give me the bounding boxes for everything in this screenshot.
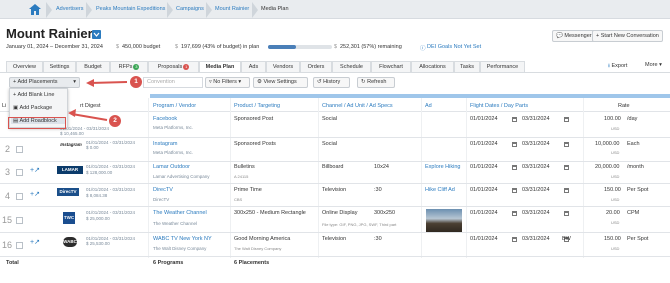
arrow-line-1 [89, 81, 128, 84]
callout-2: 2 [109, 115, 121, 127]
annotation-arrows [68, 79, 128, 121]
arrow-head-2 [68, 109, 76, 117]
arrow-head-1 [86, 79, 94, 87]
arrow-line-2 [71, 113, 108, 121]
callout-1: 1 [130, 76, 142, 88]
